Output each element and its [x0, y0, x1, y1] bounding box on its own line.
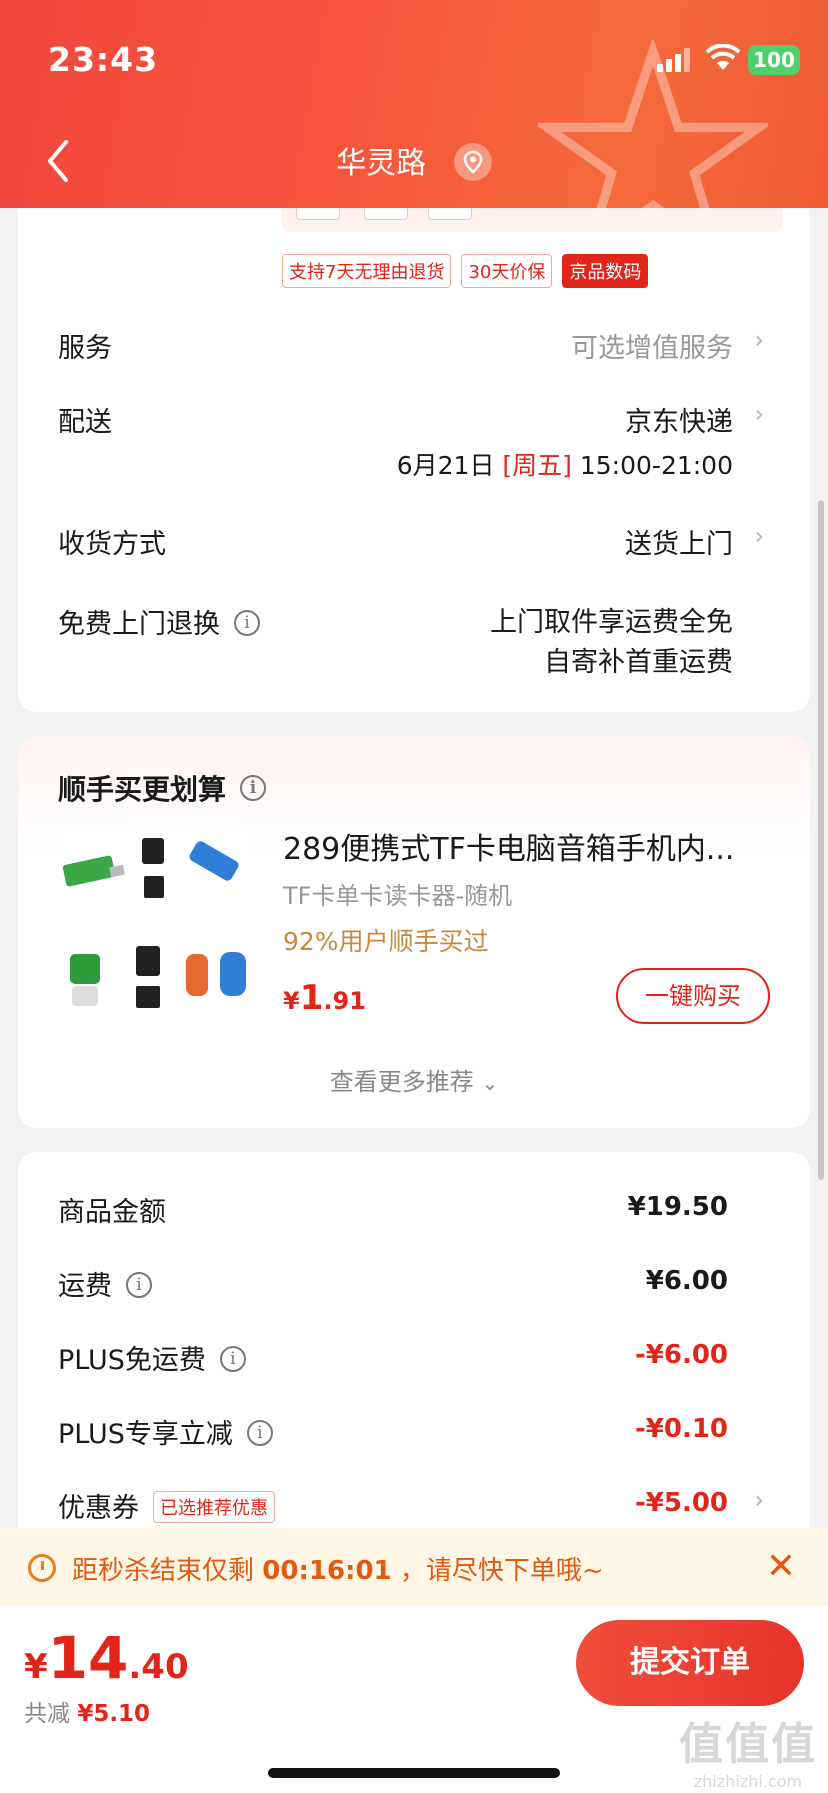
- coupon-selected-tag: 已选推荐优惠: [153, 1490, 275, 1523]
- coupon-row[interactable]: 优惠券 已选推荐优惠: [58, 1486, 275, 1526]
- plus-free-shipping-row: PLUS免运费 i: [58, 1338, 246, 1377]
- free-return-label: 免费上门退换: [58, 609, 220, 640]
- plus-free-shipping-value: -¥6.00: [634, 1340, 728, 1370]
- product-name[interactable]: 289便携式TF卡电脑音箱手机内...: [283, 824, 773, 868]
- saved-value: ¥5.10: [77, 1701, 151, 1727]
- home-indicator[interactable]: [268, 1768, 560, 1778]
- delivery-weekday: [周五]: [502, 451, 572, 480]
- total-price: ¥14.40: [24, 1624, 189, 1692]
- product-spec: TF卡单卡读卡器-随机: [283, 882, 513, 910]
- product-popularity: 92%用户顺手买过: [283, 927, 489, 956]
- location-pin-icon[interactable]: [453, 142, 492, 181]
- shipping-row: 运费 i: [58, 1264, 152, 1303]
- scrollbar[interactable]: [818, 500, 824, 1180]
- info-icon[interactable]: i: [240, 775, 267, 801]
- countdown-suffix: ，请尽快下单哦~: [399, 1556, 604, 1586]
- price-integer: 1: [299, 978, 324, 1018]
- address-title: 华灵路: [336, 146, 427, 181]
- see-more-recommendations[interactable]: 查看更多推荐 ⌄: [0, 1062, 828, 1097]
- delivery-window: 15:00-21:00: [579, 451, 733, 480]
- product-image[interactable]: [58, 826, 254, 1026]
- tag-return-policy: 支持7天无理由退货: [282, 254, 452, 288]
- one-click-buy-button[interactable]: 一键购买: [616, 968, 770, 1024]
- receive-value[interactable]: 送货上门: [625, 522, 733, 561]
- price-symbol: ¥: [283, 987, 300, 1015]
- coupon-label: 优惠券: [58, 1493, 139, 1524]
- delivery-carrier[interactable]: 京东快递: [625, 400, 733, 439]
- top-header: 23:43 100 华灵路: [0, 0, 828, 208]
- info-icon[interactable]: i: [246, 1419, 273, 1446]
- service-tags: 支持7天无理由退货 30天价保 京品数码: [282, 254, 649, 288]
- goods-amount-label: 商品金额: [58, 1197, 166, 1228]
- addon-title-text: 顺手买更划算: [58, 773, 227, 806]
- tag-jd-digital: 京品数码: [562, 254, 649, 288]
- countdown-text: 距秒杀结束仅剩 00:16:01 ，请尽快下单哦~: [72, 1550, 604, 1587]
- delivery-date: 6月21日: [396, 451, 495, 480]
- see-more-label: 查看更多推荐: [329, 1068, 474, 1096]
- total-currency: ¥: [24, 1647, 48, 1687]
- delivery-label: 配送: [58, 407, 112, 438]
- status-bar: 23:43 100: [0, 0, 828, 110]
- wifi-icon: [706, 44, 740, 70]
- info-icon[interactable]: i: [126, 1271, 152, 1298]
- goods-amount-value: ¥19.50: [627, 1192, 728, 1222]
- service-value[interactable]: 可选增值服务: [571, 326, 733, 365]
- total-decimal: .40: [128, 1647, 189, 1687]
- price-decimal: .91: [323, 987, 366, 1015]
- cellular-signal-icon: [657, 48, 690, 72]
- info-icon[interactable]: i: [219, 1345, 246, 1372]
- battery-indicator: 100: [748, 45, 800, 75]
- free-return-line1: 上门取件享运费全免: [490, 607, 733, 638]
- stopwatch-icon: [28, 1554, 56, 1582]
- status-time: 23:43: [48, 40, 159, 79]
- checkout-bar: ¥14.40 共减 ¥5.10 提交订单 值值值 zhizhizhi.com: [0, 1606, 828, 1793]
- chevron-down-icon: ⌄: [481, 1071, 499, 1095]
- chevron-right-icon[interactable]: ›: [754, 1486, 764, 1514]
- countdown-prefix: 距秒杀结束仅剩: [72, 1556, 255, 1586]
- free-return-line2: 自寄补首重运费: [544, 647, 733, 678]
- coupon-value[interactable]: -¥5.00: [635, 1488, 728, 1518]
- receive-label: 收货方式: [58, 529, 166, 560]
- service-label: 服务: [58, 333, 112, 364]
- shipping-value: ¥6.00: [645, 1266, 728, 1296]
- shipping-label: 运费: [58, 1271, 112, 1302]
- plus-free-shipping-label: PLUS免运费: [58, 1345, 206, 1376]
- plus-discount-row: PLUS专享立减 i: [58, 1412, 273, 1451]
- delivery-time[interactable]: 6月21日 [周五] 15:00-21:00: [397, 446, 733, 482]
- seckill-countdown-banner: 距秒杀结束仅剩 00:16:01 ，请尽快下单哦~ ✕: [0, 1528, 828, 1606]
- watermark-logo: 值值值 zhizhizhi.com: [679, 1719, 817, 1791]
- tag-price-protect: 30天价保: [461, 254, 553, 288]
- product-price: ¥1.91: [283, 978, 366, 1018]
- chevron-right-icon[interactable]: ›: [754, 522, 764, 550]
- plus-discount-label: PLUS专享立减: [58, 1419, 233, 1450]
- total-integer: 14: [47, 1624, 129, 1692]
- free-return-row: 免费上门退换 i: [58, 602, 260, 641]
- close-icon[interactable]: ✕: [766, 1546, 796, 1587]
- chevron-right-icon[interactable]: ›: [754, 400, 764, 428]
- total-saved[interactable]: 共减 ¥5.10: [24, 1694, 150, 1728]
- addon-section-title: 顺手买更划算 i: [58, 768, 267, 808]
- chevron-right-icon[interactable]: ›: [754, 326, 764, 354]
- info-icon[interactable]: i: [234, 609, 260, 636]
- countdown-time: 00:16:01: [262, 1556, 392, 1586]
- plus-discount-value: -¥0.10: [634, 1414, 728, 1444]
- saved-label: 共减: [24, 1701, 70, 1727]
- page-title[interactable]: 华灵路: [0, 138, 828, 184]
- submit-order-button[interactable]: 提交订单: [576, 1620, 804, 1706]
